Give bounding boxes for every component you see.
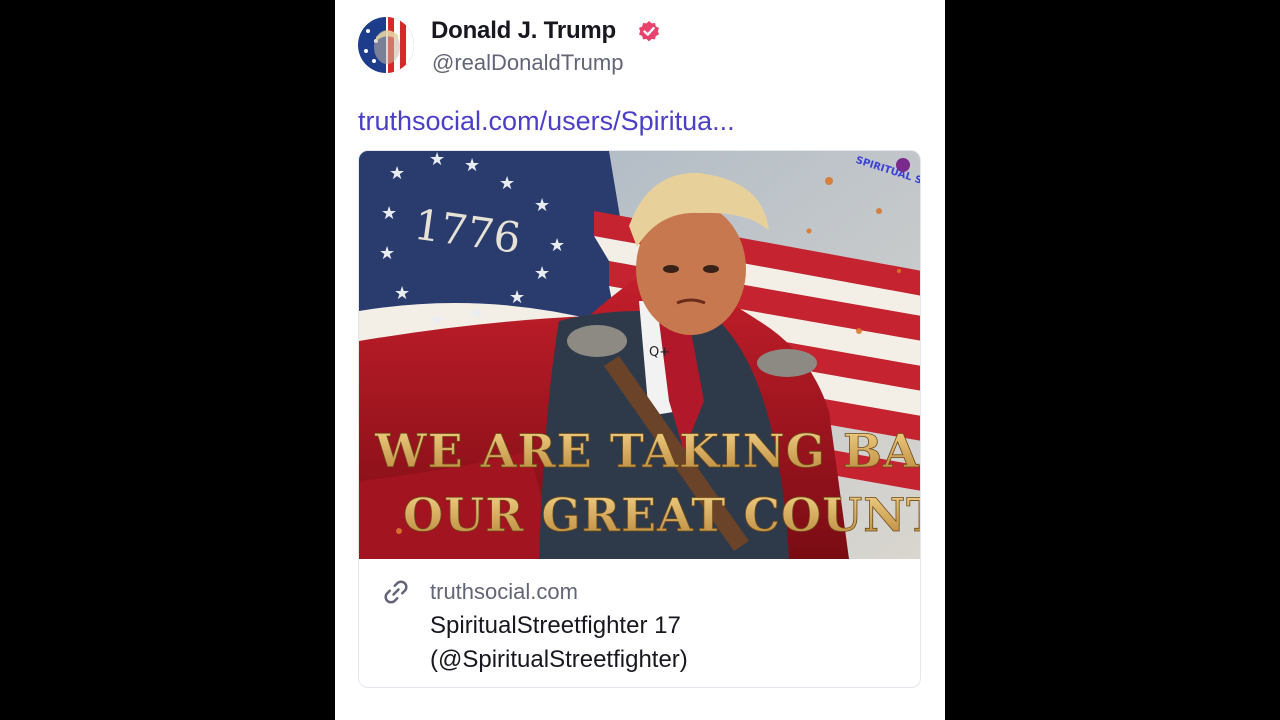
svg-text:★: ★ (534, 263, 550, 284)
svg-text:★: ★ (429, 310, 445, 331)
svg-text:★: ★ (549, 235, 565, 256)
avatar[interactable] (358, 17, 414, 73)
post-link[interactable]: truthsocial.com/users/Spiritua... (358, 106, 735, 137)
svg-text:★: ★ (379, 243, 395, 264)
image-tie-badge: Q+ (649, 345, 670, 360)
link-preview-title-line2: (@SpiritualStreetfighter) (430, 646, 688, 673)
link-preview-card[interactable]: ★ ★ ★ ★ ★ ★ ★ ★ ★ ★ ★ ★ ★ 1776 Q+ WE ARE… (358, 150, 921, 688)
link-icon (384, 580, 408, 604)
svg-text:★: ★ (469, 303, 485, 324)
svg-text:★: ★ (381, 203, 397, 224)
image-headline-line2: OUR GREAT COUNTRY (403, 488, 921, 542)
verified-badge-icon (639, 21, 659, 42)
link-preview-title[interactable]: SpiritualStreetfighter 17 (@SpiritualStr… (430, 609, 900, 677)
link-preview-title-line1: SpiritualStreetfighter 17 (430, 612, 681, 639)
svg-text:★: ★ (534, 195, 550, 216)
svg-text:★: ★ (509, 287, 525, 308)
image-headline-line1: WE ARE TAKING BACK (374, 424, 921, 478)
link-preview-image[interactable]: ★ ★ ★ ★ ★ ★ ★ ★ ★ ★ ★ ★ ★ 1776 Q+ WE ARE… (359, 151, 921, 559)
svg-text:★: ★ (389, 163, 405, 184)
svg-text:★: ★ (429, 151, 445, 170)
svg-text:★: ★ (499, 173, 515, 194)
svg-text:★: ★ (394, 283, 410, 304)
svg-text:★: ★ (464, 155, 480, 176)
link-preview-domain: truthsocial.com (430, 579, 578, 604)
author-display-name[interactable]: Donald J. Trump (431, 17, 616, 45)
author-handle[interactable]: @realDonaldTrump (432, 50, 623, 76)
post-card: Donald J. Trump @realDonaldTrump truthso… (335, 0, 945, 720)
